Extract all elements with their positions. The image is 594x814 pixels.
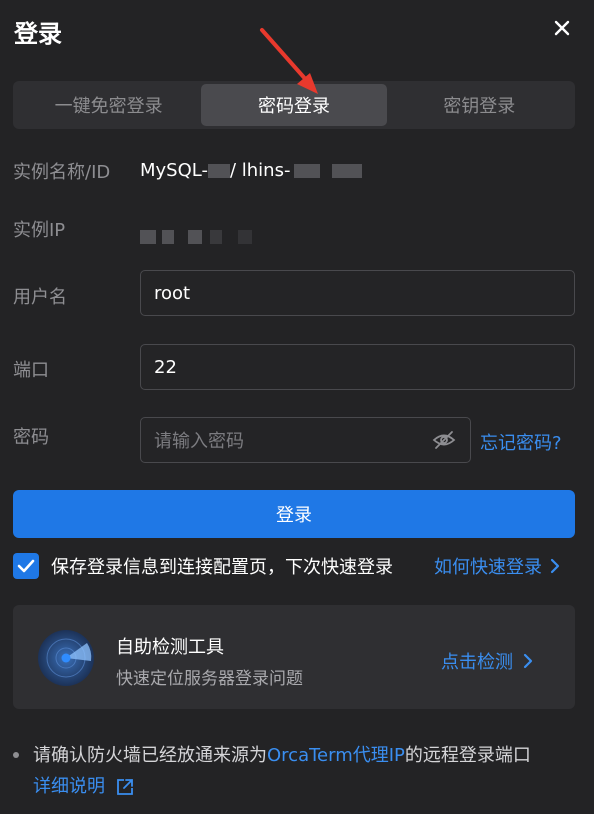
firewall-note: 请确认防火墙已经放通来源为OrcaTerm代理IP的远程登录端口 详细说明 bbox=[13, 740, 583, 802]
close-icon[interactable] bbox=[550, 16, 574, 40]
instance-ip-label: 实例IP bbox=[13, 220, 66, 241]
username-label: 用户名 bbox=[13, 287, 67, 308]
external-link-icon[interactable] bbox=[115, 777, 135, 797]
eye-off-icon[interactable] bbox=[432, 430, 456, 450]
redacted-block bbox=[210, 230, 222, 244]
detail-link-row: 详细说明 bbox=[13, 771, 583, 802]
note-text-after: 的远程登录端口 bbox=[404, 745, 531, 766]
tab-password-login[interactable]: 密码登录 bbox=[201, 84, 387, 126]
redacted-block bbox=[294, 164, 321, 178]
redacted-block bbox=[140, 230, 156, 244]
redacted-block bbox=[238, 230, 252, 244]
redacted-block bbox=[162, 230, 174, 244]
detail-link[interactable]: 详细说明 bbox=[33, 771, 105, 802]
redacted-block bbox=[332, 164, 363, 178]
password-label: 密码 bbox=[13, 427, 49, 448]
instance-name-middle: / lhins- bbox=[229, 160, 291, 181]
radar-icon bbox=[38, 630, 94, 686]
dialog-title: 登录 bbox=[14, 20, 62, 48]
quick-login-help-label: 如何快速登录 bbox=[434, 557, 542, 578]
check-icon bbox=[17, 559, 35, 573]
password-placeholder: 请输入密码 bbox=[154, 431, 244, 452]
password-input[interactable]: 请输入密码 bbox=[140, 417, 471, 463]
instance-name-value: MySQL- / lhins- bbox=[140, 160, 363, 181]
run-check-link[interactable]: 点击检测 bbox=[441, 648, 533, 674]
tab-passwordless-login[interactable]: 一键免密登录 bbox=[16, 84, 201, 126]
firewall-note-line: 请确认防火墙已经放通来源为OrcaTerm代理IP的远程登录端口 bbox=[13, 740, 583, 771]
tab-key-login[interactable]: 密钥登录 bbox=[387, 84, 572, 126]
username-input[interactable]: root bbox=[140, 270, 575, 316]
note-text-before: 请确认防火墙已经放通来源为 bbox=[33, 745, 267, 766]
tool-title: 自助检测工具 bbox=[116, 637, 224, 658]
chevron-right-icon bbox=[550, 558, 560, 574]
login-button[interactable]: 登录 bbox=[13, 490, 575, 538]
save-login-checkbox[interactable] bbox=[13, 553, 39, 579]
run-check-label: 点击检测 bbox=[441, 652, 513, 673]
login-method-tabs: 一键免密登录 密码登录 密钥登录 bbox=[13, 81, 575, 129]
tool-subtitle: 快速定位服务器登录问题 bbox=[116, 669, 303, 689]
instance-ip-value bbox=[140, 226, 252, 247]
bullet-dot bbox=[13, 751, 19, 758]
save-login-label: 保存登录信息到连接配置页，下次快速登录 bbox=[51, 557, 393, 578]
quick-login-help-link[interactable]: 如何快速登录 bbox=[434, 553, 560, 579]
chevron-right-icon bbox=[523, 653, 533, 669]
redacted-block bbox=[207, 164, 230, 178]
instance-name-label: 实例名称/ID bbox=[13, 162, 111, 183]
port-label: 端口 bbox=[13, 360, 49, 381]
forgot-password-link[interactable]: 忘记密码? bbox=[480, 429, 562, 455]
port-input[interactable]: 22 bbox=[140, 344, 575, 390]
redacted-block bbox=[188, 230, 202, 244]
self-check-tool-card: 自助检测工具 快速定位服务器登录问题 点击检测 bbox=[13, 605, 575, 709]
instance-name-prefix: MySQL- bbox=[140, 160, 208, 181]
orcaterm-proxy-ip-link[interactable]: OrcaTerm代理IP bbox=[267, 745, 405, 766]
